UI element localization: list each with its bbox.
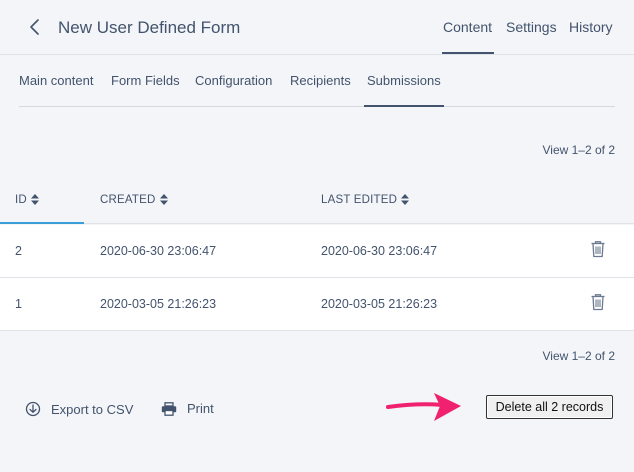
subtab-main-content[interactable]: Main content xyxy=(19,73,93,88)
delete-record-button[interactable] xyxy=(590,293,606,311)
export-csv-button[interactable]: Export to CSV xyxy=(25,401,133,417)
tab-settings[interactable]: Settings xyxy=(506,19,557,35)
sort-icon xyxy=(159,194,168,206)
cell-id: 1 xyxy=(15,297,22,311)
print-label: Print xyxy=(187,401,214,416)
cell-last-edited: 2020-06-30 23:06:47 xyxy=(321,244,438,258)
cell-created: 2020-06-30 23:06:47 xyxy=(100,244,217,258)
delete-all-records-button[interactable]: Delete all 2 records xyxy=(486,395,613,419)
table-row[interactable]: 1 2020-03-05 21:26:23 2020-03-05 21:26:2… xyxy=(0,278,634,331)
table-row[interactable]: 2 2020-06-30 23:06:47 2020-06-30 23:06:4… xyxy=(0,225,634,278)
pagination-summary-bottom: View 1–2 of 2 xyxy=(542,349,616,363)
download-icon xyxy=(25,401,41,417)
sorted-column-indicator xyxy=(0,222,84,224)
table-header: ID CREATED LAST EDITED xyxy=(0,176,634,224)
column-header-label: LAST EDITED xyxy=(321,194,398,206)
cell-last-edited: 2020-03-05 21:26:23 xyxy=(321,297,438,311)
column-header-last-edited[interactable]: LAST EDITED xyxy=(321,194,410,206)
printer-icon xyxy=(161,401,177,416)
tab-history[interactable]: History xyxy=(569,19,613,35)
cell-id: 2 xyxy=(15,244,22,258)
annotation-arrow-icon xyxy=(386,393,461,421)
subtabs: Main content Form Fields Configuration R… xyxy=(0,55,634,109)
header: New User Defined Form Content Settings H… xyxy=(0,0,634,55)
back-button[interactable] xyxy=(24,16,46,38)
column-header-label: ID xyxy=(15,194,27,206)
sort-icon xyxy=(401,194,410,206)
delete-record-button[interactable] xyxy=(590,240,606,258)
export-csv-label: Export to CSV xyxy=(51,401,134,417)
tab-content[interactable]: Content xyxy=(443,19,492,35)
active-subtab-indicator xyxy=(364,105,444,107)
subtab-configuration[interactable]: Configuration xyxy=(195,73,272,88)
subtab-form-fields[interactable]: Form Fields xyxy=(111,73,180,88)
trash-icon xyxy=(591,294,605,311)
trash-icon xyxy=(591,241,605,258)
column-header-created[interactable]: CREATED xyxy=(100,194,168,206)
column-header-id[interactable]: ID xyxy=(15,194,39,206)
chevron-left-icon xyxy=(30,19,39,35)
subtab-submissions[interactable]: Submissions xyxy=(367,73,441,88)
print-button[interactable]: Print xyxy=(161,401,214,416)
subtabs-divider xyxy=(19,106,615,107)
column-header-label: CREATED xyxy=(100,194,156,206)
sort-icon xyxy=(30,194,39,206)
pagination-summary-top: View 1–2 of 2 xyxy=(542,143,616,157)
page-title: New User Defined Form xyxy=(58,18,241,37)
active-tab-indicator xyxy=(442,52,494,54)
cell-created: 2020-03-05 21:26:23 xyxy=(100,297,217,311)
subtab-recipients[interactable]: Recipients xyxy=(290,73,351,88)
